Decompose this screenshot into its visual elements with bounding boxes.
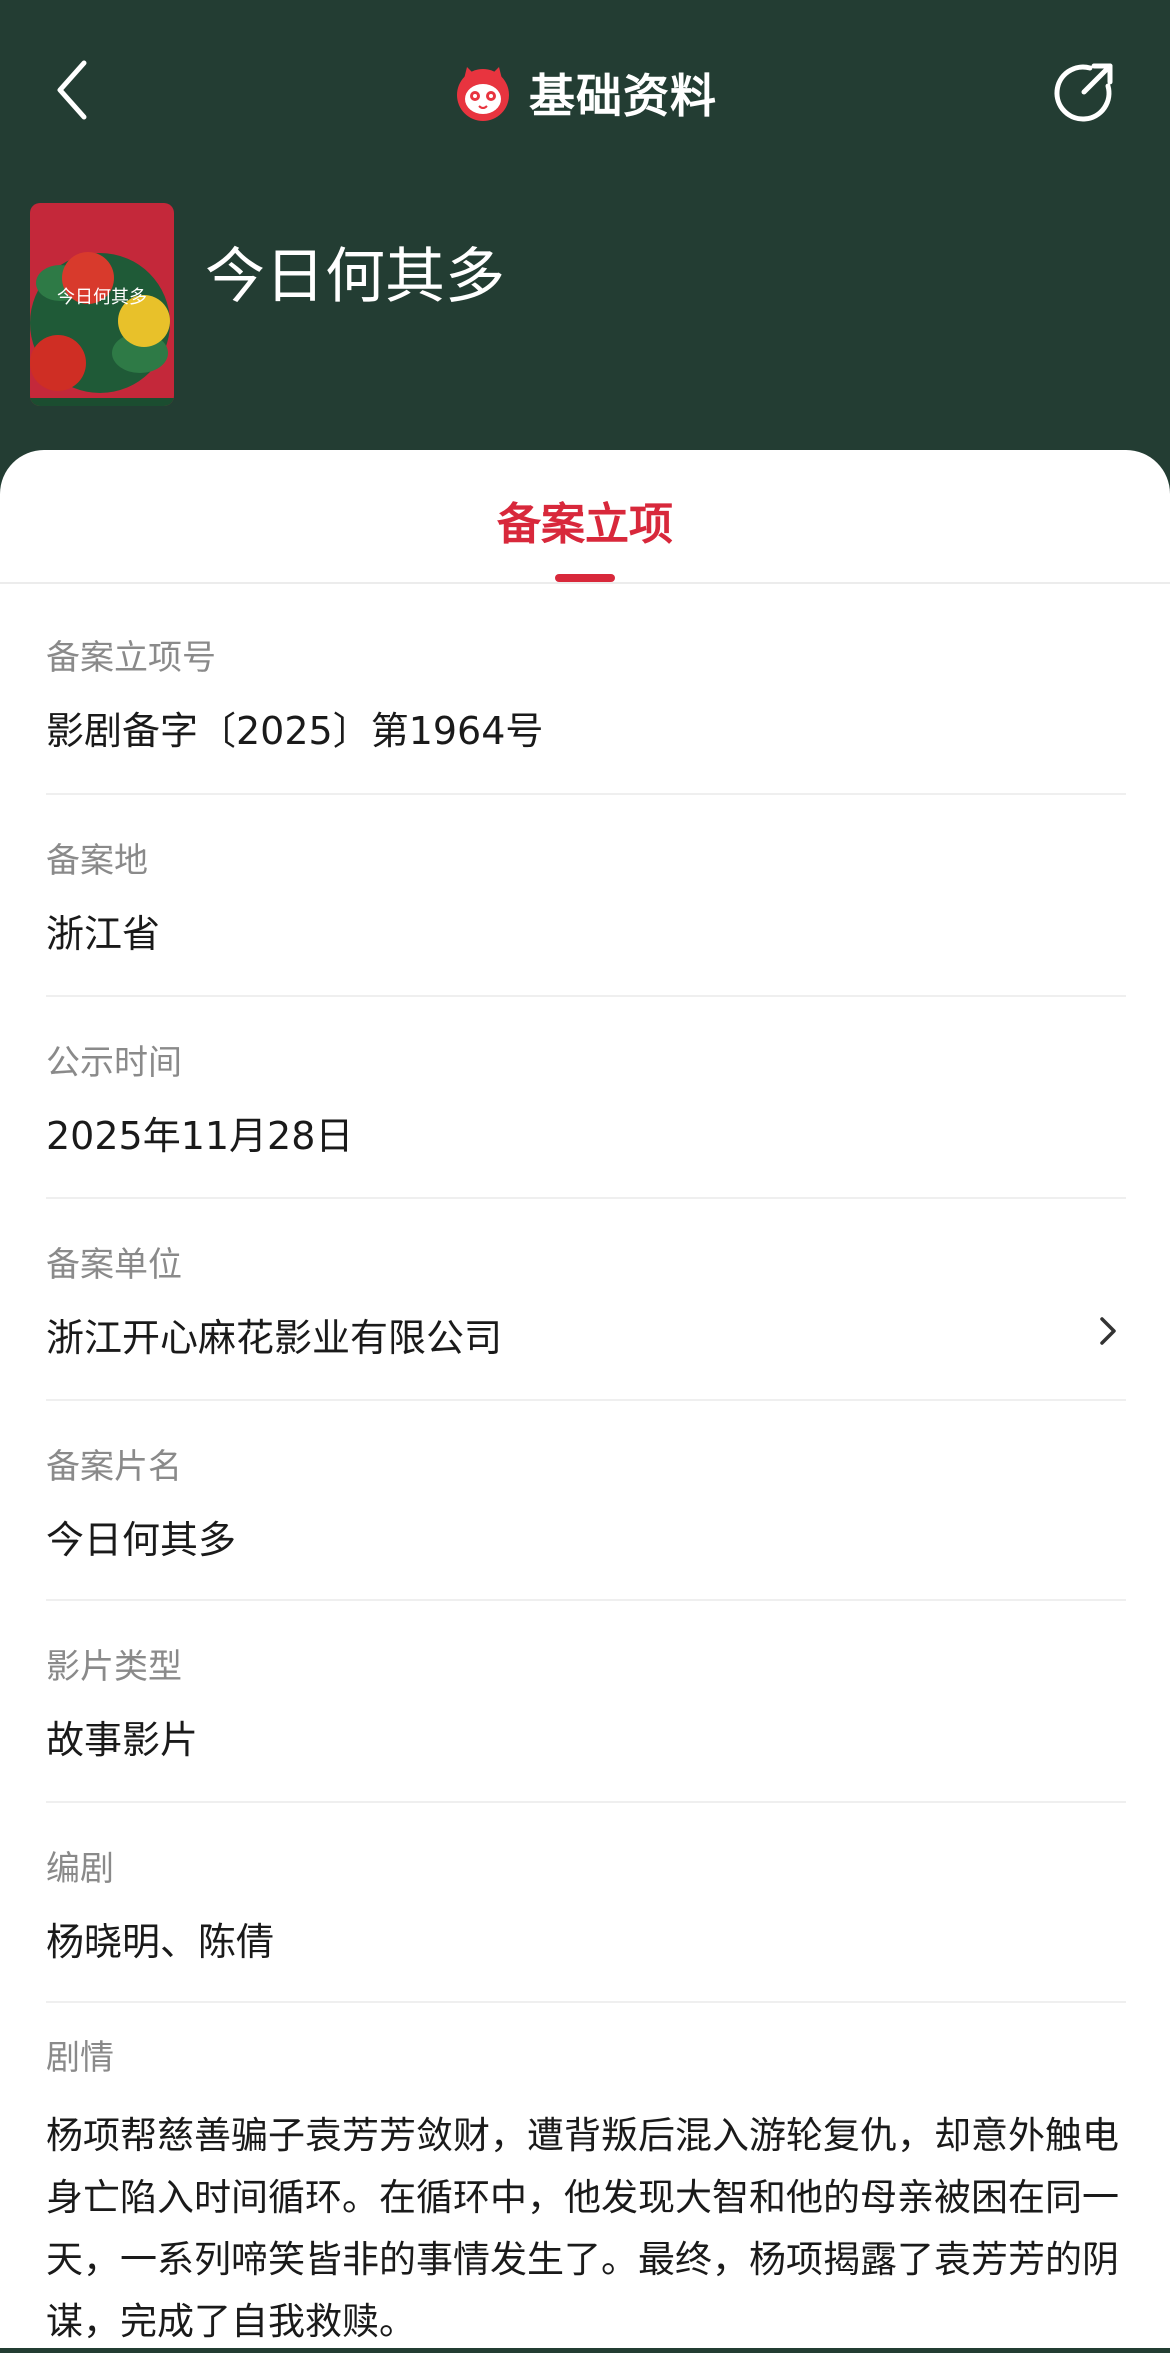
field-value: 2025年11月28日: [46, 1114, 354, 1158]
field-filing-number: 备案立项号 影剧备字〔2025〕第1964号: [46, 582, 1126, 795]
field-value: 杨晓明、陈倩: [46, 1920, 275, 1964]
field-label: 备案地: [46, 841, 148, 881]
movie-poster[interactable]: 今日何其多: [30, 203, 174, 406]
tab-filing[interactable]: 备案立项: [0, 488, 1170, 552]
chevron-right-icon[interactable]: [1092, 1311, 1122, 1351]
field-publish-time: 公示时间 2025年11月28日: [46, 995, 1126, 1199]
maoyan-cat-logo: [457, 66, 509, 121]
field-value[interactable]: 浙江开心麻花影业有限公司: [46, 1307, 502, 1362]
field-filing-company[interactable]: 备案单位 浙江开心麻花影业有限公司: [46, 1197, 1126, 1401]
share-icon: [1054, 63, 1113, 122]
field-filing-title: 备案片名 今日何其多: [46, 1399, 1126, 1601]
field-value: 故事影片: [46, 1718, 199, 1762]
field-label: 影片类型: [46, 1647, 182, 1687]
plot-text: 杨项帮慈善骗子袁芳芳敛财，遭背叛后混入游轮复仇，却意外触电身亡陷入时间循环。在循…: [46, 2114, 1119, 2343]
field-screenwriter: 编剧 杨晓明、陈倩: [46, 1801, 1126, 2003]
plot-label: 剧情: [46, 2038, 114, 2078]
field-label: 编剧: [46, 1849, 114, 1889]
field-value: 浙江省: [46, 912, 161, 956]
field-label: 备案立项号: [46, 638, 216, 678]
tab-active-indicator: [555, 574, 615, 582]
field-value: 今日何其多: [46, 1518, 237, 1562]
tab-bar: 备案立项: [0, 450, 1170, 584]
poster-title: 今日何其多: [57, 287, 147, 308]
page-title-group: 基础资料: [0, 55, 1170, 130]
share-button[interactable]: [1052, 60, 1116, 124]
field-label: 公示时间: [46, 1043, 182, 1083]
field-filing-place: 备案地 浙江省: [46, 793, 1126, 997]
page-title: 基础资料: [529, 68, 717, 123]
field-label: 备案片名: [46, 1447, 182, 1487]
field-label: 备案单位: [46, 1245, 182, 1285]
movie-title: 今日何其多: [205, 242, 505, 312]
field-film-type: 影片类型 故事影片: [46, 1599, 1126, 1803]
field-value: 影剧备字〔2025〕第1964号: [46, 709, 544, 753]
header-bar: 基础资料 今日何其多 今日何其多: [0, 0, 1170, 460]
